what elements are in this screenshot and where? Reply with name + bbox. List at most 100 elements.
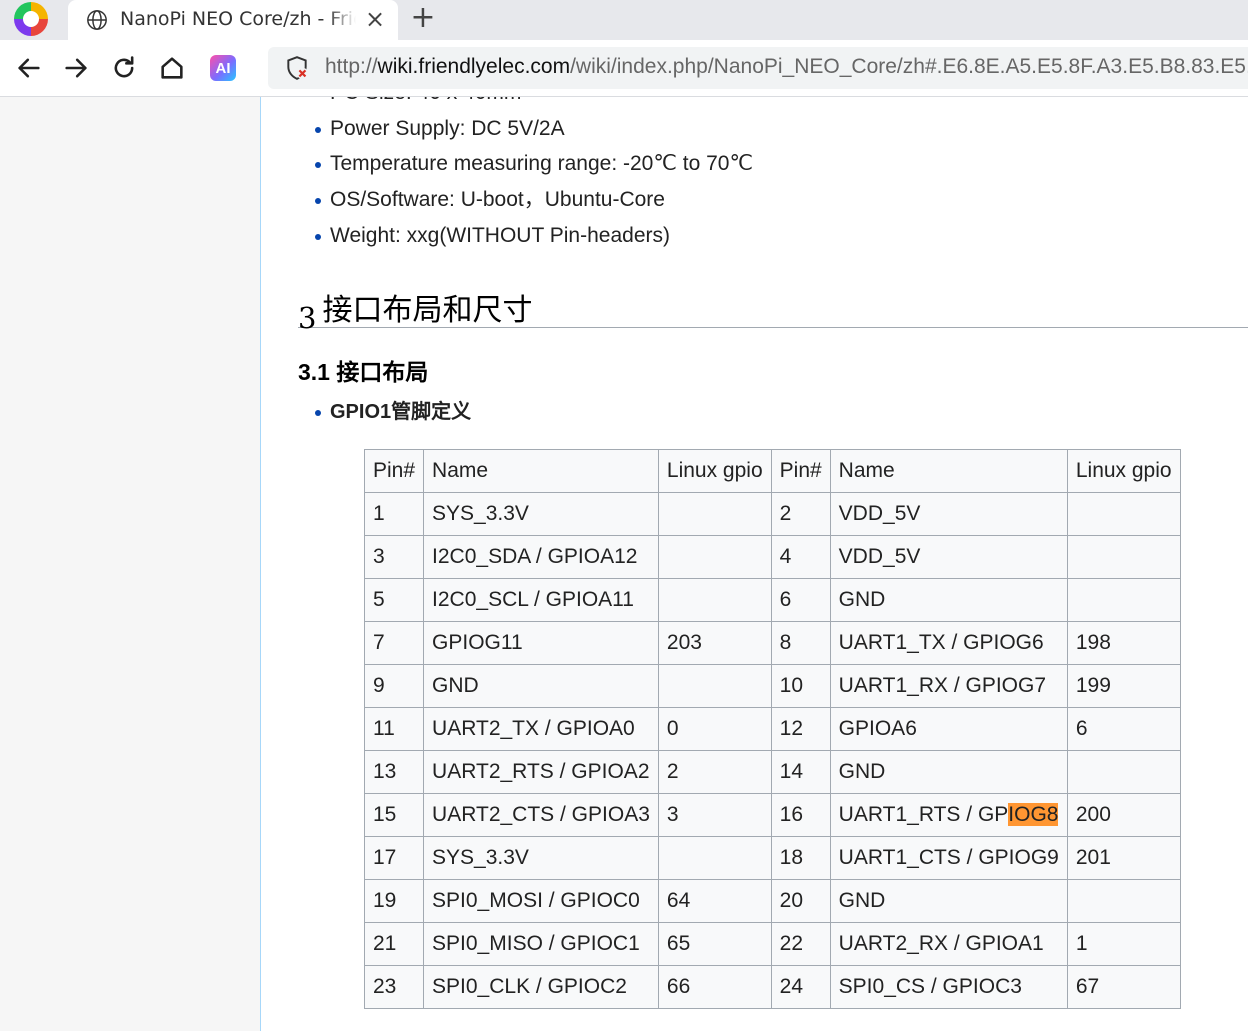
table-row: 15 UART2_CTS / GPIOA3 3 16 UART1_RTS / GPIOG…: [363, 793, 1181, 837]
table-row: 3 I2C0_SDA / GPIOA12 4 VDD_5V: [363, 535, 1181, 579]
browser-logo-icon[interactable]: [14, 2, 48, 36]
pin-name-cell: UART2_TX / GPIOA0: [423, 707, 659, 751]
pin-number-cell: 17: [363, 836, 425, 880]
pin-name-cell: UART2_RX / GPIOA1: [829, 922, 1068, 966]
tab-title: NanoPi NEO Core/zh - FriendlyELEC WiKi: [120, 8, 356, 30]
list-item: PC Size: 40 x 40mm: [315, 97, 753, 111]
pin-name-cell: SYS_3.3V: [423, 492, 659, 536]
back-button[interactable]: [13, 52, 45, 84]
pin-number-cell: 7: [363, 621, 425, 665]
list-item: Weight: xxg(WITHOUT Pin-headers): [315, 218, 753, 254]
pin-number-cell: 2: [770, 492, 831, 536]
pin-number-cell: 16: [770, 793, 831, 837]
column-header: Pin#: [770, 449, 831, 493]
pin-name-cell: I2C0_SCL / GPIOA11: [423, 578, 659, 622]
gpio-pin-table: Pin# Name Linux gpio Pin# Name Linux gpi…: [363, 449, 1181, 1009]
list-item: Temperature measuring range: -20℃ to 70℃: [315, 146, 753, 182]
pin-number-cell: 1: [363, 492, 425, 536]
linux-gpio-cell: [1066, 535, 1181, 579]
home-icon: [161, 57, 183, 79]
pin-name-cell: VDD_5V: [829, 492, 1068, 536]
pin-name-cell: GND: [423, 664, 659, 708]
linux-gpio-cell: [1066, 750, 1181, 794]
table-row: 5 I2C0_SCL / GPIOA11 6 GND: [363, 578, 1181, 622]
ai-assistant-button[interactable]: AI: [210, 55, 236, 81]
section-heading: 3 接口布局和尺寸: [298, 285, 1248, 335]
linux-gpio-cell: 6: [1066, 707, 1181, 751]
spec-list: PC Size: 40 x 40mm Power Supply: DC 5V/2…: [315, 97, 753, 253]
subsection-heading: 3.1 接口布局: [298, 359, 429, 385]
pin-name-cell: SPI0_MOSI / GPIOC0: [423, 879, 659, 923]
pin-name-cell: GND: [829, 578, 1068, 622]
pin-name-cell: I2C0_SDA / GPIOA12: [423, 535, 659, 579]
table-row: 11 UART2_TX / GPIOA0 0 12 GPIOA6 6: [363, 707, 1181, 751]
linux-gpio-cell: 0: [657, 707, 772, 751]
pin-number-cell: 21: [363, 922, 425, 966]
browser-toolbar: AI http://wiki.friendlyelec.com/wiki/ind…: [0, 40, 1248, 97]
pin-name-cell: SPI0_MISO / GPIOC1: [423, 922, 659, 966]
pin-number-cell: 19: [363, 879, 425, 923]
pin-name-cell: UART1_RX / GPIOG7: [829, 664, 1068, 708]
list-item: OS/Software: U-boot，Ubuntu-Core: [315, 182, 753, 218]
pin-name-cell: UART1_CTS / GPIOG9: [829, 836, 1068, 880]
pin-name-cell: UART1_TX / GPIOG6: [829, 621, 1068, 665]
pin-number-cell: 14: [770, 750, 831, 794]
pin-number-cell: 10: [770, 664, 831, 708]
pin-number-cell: 15: [363, 793, 425, 837]
address-bar[interactable]: http://wiki.friendlyelec.com/wiki/index.…: [268, 47, 1248, 89]
pin-name-cell: UART2_RTS / GPIOA2: [423, 750, 659, 794]
pin-number-cell: 22: [770, 922, 831, 966]
table-row: 19 SPI0_MOSI / GPIOC0 64 20 GND: [363, 879, 1181, 923]
pin-number-cell: 9: [363, 664, 425, 708]
pin-number-cell: 8: [770, 621, 831, 665]
linux-gpio-cell: 201: [1066, 836, 1181, 880]
linux-gpio-cell: [1066, 578, 1181, 622]
linux-gpio-cell: [657, 492, 772, 536]
pin-name-cell: UART2_CTS / GPIOA3: [423, 793, 659, 837]
pin-name-cell: GND: [829, 879, 1068, 923]
reload-button[interactable]: [108, 52, 140, 84]
new-tab-button[interactable]: +: [406, 2, 440, 36]
linux-gpio-cell: 3: [657, 793, 772, 837]
linux-gpio-cell: 1: [1066, 922, 1181, 966]
active-tab[interactable]: NanoPi NEO Core/zh - FriendlyELEC WiKi ×: [68, 0, 398, 40]
not-secure-shield-icon[interactable]: [284, 55, 310, 81]
pin-number-cell: 11: [363, 707, 425, 751]
pin-number-cell: 4: [770, 535, 831, 579]
table-row: 17 SYS_3.3V 18 UART1_CTS / GPIOG9 201: [363, 836, 1181, 880]
list-item: Power Supply: DC 5V/2A: [315, 111, 753, 147]
forward-button[interactable]: [60, 52, 92, 84]
linux-gpio-cell: [1066, 492, 1181, 536]
gpio-heading: GPIO1管脚定义: [315, 397, 471, 427]
url-text[interactable]: http://wiki.friendlyelec.com/wiki/index.…: [325, 55, 1248, 79]
pin-name-cell: SPI0_CS / GPIOC3: [829, 965, 1068, 1009]
reload-icon: [114, 56, 134, 78]
table-header-row: Pin# Name Linux gpio Pin# Name Linux gpi…: [363, 449, 1181, 493]
linux-gpio-cell: 2: [657, 750, 772, 794]
column-header: Linux gpio: [1066, 449, 1181, 493]
arrow-left-icon: [18, 58, 40, 78]
linux-gpio-cell: [657, 578, 772, 622]
table-row: 9 GND 10 UART1_RX / GPIOG7 199: [363, 664, 1181, 708]
pin-number-cell: 6: [770, 578, 831, 622]
pin-name-cell: SPI0_CLK / GPIOC2: [423, 965, 659, 1009]
pin-number-cell: 13: [363, 750, 425, 794]
table-row: 1 SYS_3.3V 2 VDD_5V: [363, 492, 1181, 536]
pin-name-cell: GND: [829, 750, 1068, 794]
table-row: 23 SPI0_CLK / GPIOC2 66 24 SPI0_CS / GPIOC3 6…: [363, 965, 1181, 1009]
linux-gpio-cell: 64: [657, 879, 772, 923]
tab-close-icon[interactable]: ×: [362, 4, 388, 34]
pin-number-cell: 12: [770, 707, 831, 751]
home-button[interactable]: [156, 52, 188, 84]
column-header: Pin#: [363, 449, 425, 493]
section-number: 3: [298, 301, 317, 335]
linux-gpio-cell: [657, 664, 772, 708]
pin-name-cell: SYS_3.3V: [423, 836, 659, 880]
pin-number-cell: 3: [363, 535, 425, 579]
pin-name-cell: UART1_RTS / GPIOG8: [829, 793, 1068, 837]
linux-gpio-cell: 199: [1066, 664, 1181, 708]
wiki-sidebar: [0, 97, 261, 1031]
linux-gpio-cell: 198: [1066, 621, 1181, 665]
table-row: 21 SPI0_MISO / GPIOC1 65 22 UART2_RX / GPIOA…: [363, 922, 1181, 966]
linux-gpio-cell: [657, 535, 772, 579]
